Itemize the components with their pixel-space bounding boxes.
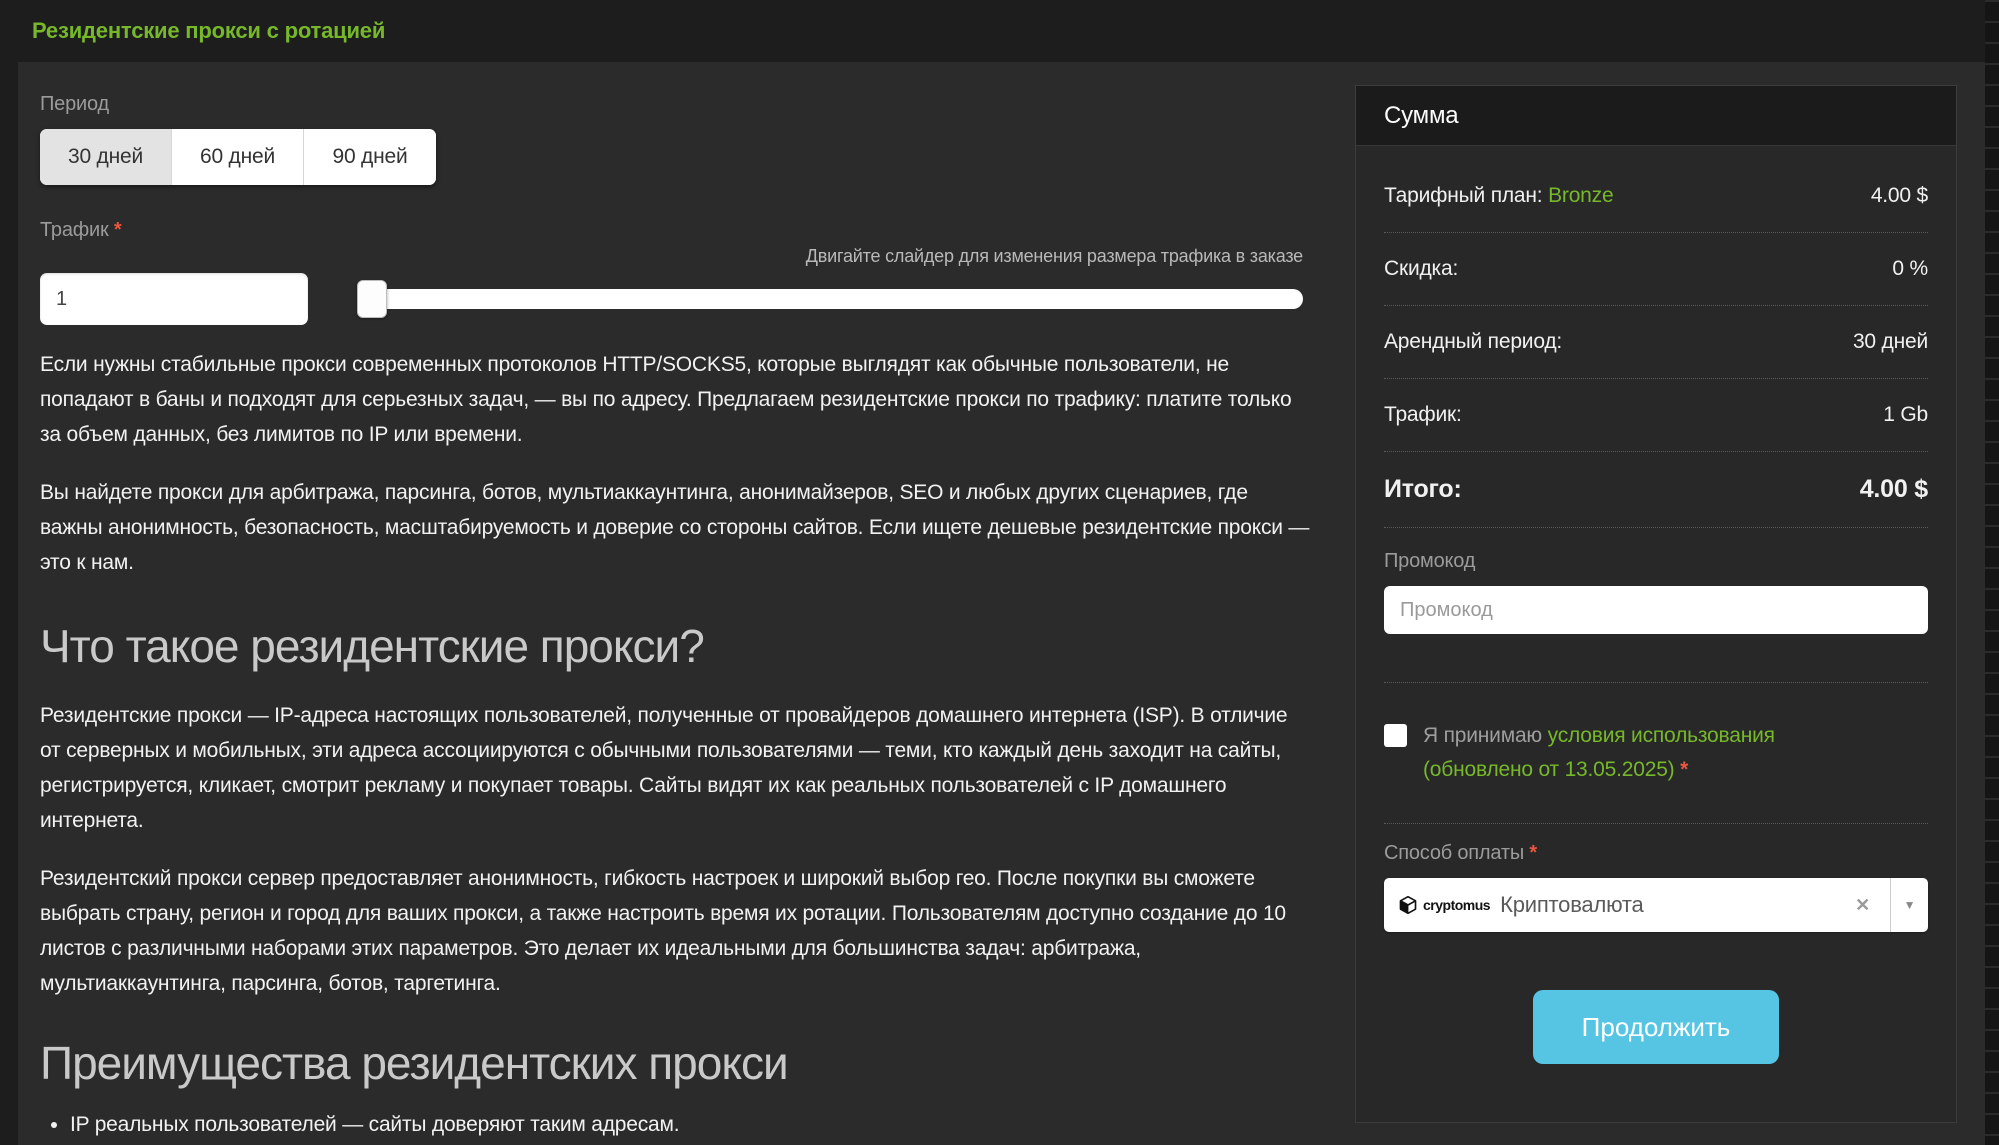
summary-row-value: 4.00 $ [1870,184,1928,207]
summary-row-label: Трафик: [1384,403,1462,426]
order-panel: Период 30 дней 60 дней 90 дней Трафик * … [18,62,1985,1145]
required-asterisk: * [113,219,122,241]
benefits-list: IP реальных пользователей — сайты доверя… [40,1107,1310,1145]
promo-input[interactable] [1384,586,1928,634]
period-label: Период [40,93,109,115]
top-title-bar: Резидентские прокси с ротацией [0,0,1999,62]
summary-row-discount: Скидка: 0 % [1384,233,1928,306]
terms-row: Я принимаю условия использования (обновл… [1384,719,1928,824]
period-tab-60[interactable]: 60 дней [172,129,304,185]
summary-title: Сумма [1384,101,1459,129]
required-asterisk: * [1529,842,1537,864]
plan-label: Тарифный план: [1384,184,1543,207]
traffic-row [40,273,1303,325]
list-item: IP реальных пользователей — сайты доверя… [70,1107,1310,1143]
terms-text: Я принимаю условия использования (обновл… [1423,719,1775,787]
traffic-slider[interactable] [357,280,1303,318]
payment-label-text: Способ оплаты [1384,842,1524,864]
order-form: Период 30 дней 60 дней 90 дней Трафик * … [40,93,1310,1145]
promo-label: Промокод [1384,550,1476,572]
summary-card-body: Тарифный план: Bronze 4.00 $ Скидка: 0 %… [1356,146,1956,1064]
dropdown-arrow-box[interactable]: ▼ [1890,878,1928,932]
slider-hint: Двигайте слайдер для изменения размера т… [805,246,1303,266]
section1-paragraph-1: Резидентские прокси — IP-адреса настоящи… [40,704,1288,832]
intro-paragraph-1: Если нужны стабильные прокси современных… [40,353,1292,446]
terms-prefix: Я принимаю [1423,724,1548,747]
period-tab-group: 30 дней 60 дней 90 дней [40,129,436,185]
terms-updated[interactable]: (обновлено от 13.05.2025) [1423,758,1675,781]
summary-row-plan: Тарифный план: Bronze 4.00 $ [1384,160,1928,233]
period-tab-90[interactable]: 90 дней [304,129,436,185]
payment-option-label: Криптовалюта [1500,892,1644,917]
summary-row-period: Арендный период: 30 дней [1384,306,1928,379]
period-tab-30[interactable]: 30 дней [40,129,172,185]
divider [1384,682,1928,683]
section1-paragraph-2: Резидентский прокси сервер предоставляет… [40,867,1286,995]
section-heading-benefits: Преимущества резидентских прокси [40,1037,789,1089]
total-value: 4.00 $ [1859,475,1929,503]
summary-row-traffic: Трафик: 1 Gb [1384,379,1928,452]
summary-row-label: Тарифный план: Bronze [1384,184,1614,208]
cryptomus-icon [1398,895,1418,915]
summary-row-label: Скидка: [1384,257,1459,280]
page-title: Резидентские прокси с ротацией [32,18,386,43]
terms-checkbox[interactable] [1384,724,1407,747]
summary-row-total: Итого: 4.00 $ [1384,452,1928,528]
continue-button[interactable]: Продолжить [1533,990,1779,1064]
chevron-down-icon: ▼ [1903,898,1916,912]
plan-name: Bronze [1548,184,1614,207]
payment-method-select[interactable]: cryptomus Криптовалюта ✕ ▼ [1384,878,1928,932]
payment-selected-option[interactable]: cryptomus Криптовалюта ✕ [1384,878,1890,932]
terms-link[interactable]: условия использования [1548,724,1775,747]
traffic-label-text: Трафик [40,219,109,241]
total-label: Итого: [1384,475,1462,503]
intro-paragraph-2: Вы найдете прокси для арбитража, парсинг… [40,481,1310,574]
cryptomus-logo-text: cryptomus [1423,897,1491,913]
summary-row-value: 1 Gb [1883,403,1928,426]
summary-row-label: Арендный период: [1384,330,1563,353]
slider-handle-icon[interactable] [357,280,387,318]
required-asterisk: * [1680,758,1689,781]
summary-card-header: Сумма [1356,86,1956,146]
page-scrollbar[interactable] [1985,0,1999,1145]
summary-row-value: 0 % [1892,257,1928,280]
traffic-label: Трафик * [40,219,1310,242]
traffic-input[interactable] [40,273,308,325]
clear-selection-icon[interactable]: ✕ [1849,895,1876,916]
section-heading-what-is: Что такое резидентские прокси? [40,620,705,672]
payment-label: Способ оплаты * [1384,842,1928,865]
summary-card: Сумма Тарифный план: Bronze 4.00 $ Скидк… [1355,85,1957,1123]
summary-row-value: 30 дней [1852,330,1928,353]
